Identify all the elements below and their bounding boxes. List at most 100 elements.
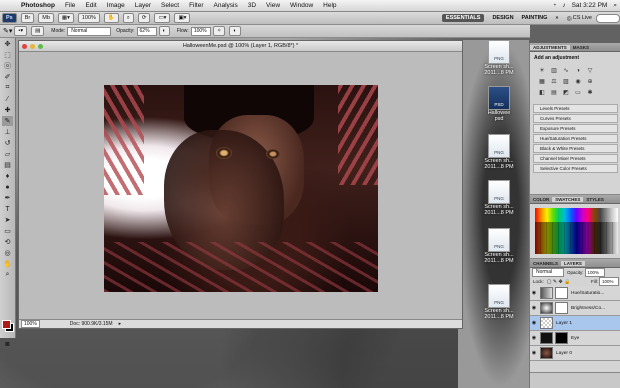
- photo-filter-icon[interactable]: ◉: [574, 78, 582, 86]
- eraser-tool-icon[interactable]: ▱: [2, 149, 13, 159]
- lasso-tool-icon[interactable]: ⓞ: [2, 61, 13, 71]
- workspace-more-chevron-icon[interactable]: »: [555, 15, 558, 21]
- 3d-rotate-tool-icon[interactable]: ⟲: [2, 237, 13, 247]
- arrange-documents-button[interactable]: ▭▾: [154, 13, 171, 23]
- tab-swatches[interactable]: SWATCHES: [552, 196, 584, 202]
- menu-file[interactable]: File: [60, 0, 80, 11]
- gradient-tool-icon[interactable]: ▤: [2, 160, 13, 170]
- pressure-size-toggle[interactable]: ◐: [229, 26, 241, 36]
- cs-live-button[interactable]: ◎ CS Live: [566, 15, 592, 22]
- brush-preset-icon[interactable]: ✎▾: [3, 27, 12, 35]
- layer-mask-thumbnail[interactable]: [555, 287, 568, 299]
- tab-adjustments[interactable]: ADJUSTMENTS: [530, 44, 570, 50]
- black-white-icon[interactable]: ▨: [562, 78, 570, 86]
- desktop-file[interactable]: PSD Hallowee psd: [483, 86, 515, 122]
- volume-icon[interactable]: ♪: [559, 2, 568, 9]
- mode-dropdown[interactable]: Normal: [67, 26, 112, 36]
- launch-bridge-button[interactable]: Br: [20, 13, 35, 23]
- brush-tool-icon[interactable]: ✎: [2, 116, 13, 126]
- healing-brush-tool-icon[interactable]: ✚: [2, 105, 13, 115]
- spotlight-icon[interactable]: ⌕: [610, 2, 620, 10]
- desktop-file[interactable]: PNG Screen sh... 2011...8 PM: [483, 228, 515, 264]
- airbrush-toggle[interactable]: ✧: [212, 26, 226, 36]
- channel-mixer-icon[interactable]: ⊕: [586, 78, 594, 86]
- workspace-essentials[interactable]: ESSENTIALS: [441, 14, 485, 22]
- gradient-map-icon[interactable]: ▭: [574, 89, 582, 97]
- preset-item[interactable]: Selective Color Presets: [533, 164, 618, 173]
- menu-window[interactable]: Window: [285, 0, 318, 11]
- tab-masks[interactable]: MASKS: [570, 45, 592, 50]
- menu-layer[interactable]: Layer: [130, 0, 156, 11]
- layer-opacity-field[interactable]: 100%: [584, 268, 605, 277]
- zoom-tool-button[interactable]: ⌕: [122, 13, 134, 23]
- menu-edit[interactable]: Edit: [80, 0, 101, 11]
- layer-mask-thumbnail[interactable]: [555, 302, 568, 314]
- extras-dropdown[interactable]: ▦▾: [57, 13, 74, 23]
- menu-photoshop[interactable]: Photoshop: [16, 0, 60, 11]
- crop-tool-icon[interactable]: ⌗: [2, 83, 13, 93]
- vibrance-icon[interactable]: ▽: [586, 67, 594, 75]
- zoom-level-dropdown[interactable]: 100%: [77, 13, 100, 23]
- layer-row[interactable]: ◉ Eye: [530, 331, 620, 346]
- exposure-icon[interactable]: ◑: [574, 67, 582, 75]
- flow-field[interactable]: 100%: [190, 26, 211, 36]
- curves-icon[interactable]: ∿: [562, 67, 570, 75]
- menu-select[interactable]: Select: [156, 0, 184, 11]
- menubar-clock[interactable]: Sat 3:22 PM: [569, 2, 611, 9]
- clone-stamp-tool-icon[interactable]: ⊥: [2, 127, 13, 137]
- document-title-bar[interactable]: HalloweenMe.psd @ 100% (Layer 1, RGB/8*)…: [19, 41, 462, 52]
- posterize-icon[interactable]: ▤: [550, 89, 558, 97]
- desktop-file[interactable]: PNG Screen sh... 2011...8 PM: [483, 180, 515, 216]
- blur-tool-icon[interactable]: ♦: [2, 171, 13, 181]
- tab-channels[interactable]: CHANNELS: [530, 261, 561, 266]
- visibility-eye-icon[interactable]: ◉: [530, 290, 538, 296]
- fill-field[interactable]: 100%: [599, 277, 619, 286]
- menu-3d[interactable]: 3D: [243, 0, 261, 11]
- wifi-icon[interactable]: ◔: [549, 2, 559, 9]
- layer-row-selected[interactable]: ◉ Layer 1: [530, 316, 620, 331]
- screen-mode-button[interactable]: ▣▾: [174, 13, 191, 23]
- help-search-input[interactable]: [596, 13, 620, 23]
- opacity-field[interactable]: 62%: [136, 26, 157, 36]
- status-zoom-field[interactable]: 100%: [21, 320, 40, 328]
- type-tool-icon[interactable]: T: [2, 204, 13, 214]
- path-selection-tool-icon[interactable]: ➤: [2, 215, 13, 225]
- hand-tool-icon[interactable]: ✋: [2, 259, 13, 269]
- blend-mode-dropdown[interactable]: Normal: [532, 268, 564, 277]
- tab-color[interactable]: COLOR: [530, 197, 552, 202]
- visibility-eye-icon[interactable]: ◉: [530, 305, 538, 311]
- brightness-contrast-icon[interactable]: ☀: [538, 67, 546, 75]
- invert-icon[interactable]: ◧: [538, 89, 546, 97]
- menu-filter[interactable]: Filter: [184, 0, 208, 11]
- eyedropper-tool-icon[interactable]: ⁄: [2, 94, 13, 104]
- visibility-eye-icon[interactable]: ◉: [530, 320, 538, 326]
- color-balance-icon[interactable]: ⚖: [550, 78, 558, 86]
- brush-panel-toggle[interactable]: ▤: [31, 26, 45, 36]
- workspace-painting[interactable]: PAINTING: [522, 15, 548, 21]
- launch-mini-bridge-button[interactable]: Mb: [38, 13, 54, 23]
- menu-image[interactable]: Image: [102, 0, 130, 11]
- desktop-file[interactable]: PNG Screen sh... 2011...8 PM: [483, 40, 515, 76]
- preset-item[interactable]: Levels Presets: [533, 104, 618, 113]
- dodge-tool-icon[interactable]: ●: [2, 182, 13, 192]
- history-brush-tool-icon[interactable]: ↺: [2, 138, 13, 148]
- desktop-file[interactable]: PNG Screen sh... 2011...8 PM: [483, 284, 515, 320]
- hue-saturation-icon[interactable]: ▦: [538, 78, 546, 86]
- canvas-area[interactable]: [19, 52, 462, 319]
- swatch-grid[interactable]: [535, 222, 618, 254]
- brush-size-picker[interactable]: •▾: [14, 26, 28, 36]
- selective-color-icon[interactable]: ✱: [586, 89, 594, 97]
- status-doc-size[interactable]: Doc: 900.9K/3.15M: [70, 321, 113, 327]
- visibility-eye-icon[interactable]: ◉: [530, 335, 538, 341]
- visibility-eye-icon[interactable]: ◉: [530, 350, 538, 356]
- quick-select-tool-icon[interactable]: ✐: [2, 72, 13, 82]
- preset-item[interactable]: Channel Mixer Presets: [533, 154, 618, 163]
- zoom-tool-icon[interactable]: ⌕: [2, 270, 13, 280]
- move-tool-icon[interactable]: ✥: [2, 39, 13, 49]
- workspace-design[interactable]: DESIGN: [492, 15, 513, 21]
- preset-item[interactable]: Curves Presets: [533, 114, 618, 123]
- shape-tool-icon[interactable]: ▭: [2, 226, 13, 236]
- quick-mask-icon[interactable]: ◙: [2, 339, 13, 349]
- status-arrow-icon[interactable]: ▸: [119, 321, 122, 327]
- document-image[interactable]: [104, 85, 378, 292]
